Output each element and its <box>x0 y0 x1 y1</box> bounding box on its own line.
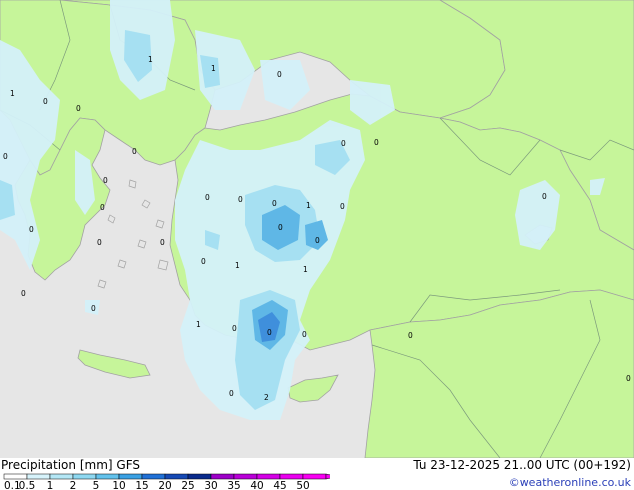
legend-swatch <box>256 473 281 480</box>
map-value: 0 <box>205 193 210 202</box>
legend-tick-label: 30 <box>204 480 217 490</box>
legend-title: Precipitation [mm] GFS <box>1 459 140 472</box>
map-value: 0 <box>277 70 282 79</box>
legend-swatch <box>164 473 189 480</box>
map-value: 0 <box>302 330 307 339</box>
map-value: 1 <box>196 320 201 329</box>
map-value: 0 <box>3 152 8 161</box>
precipitation-map: 1 1 0 1 0 0 0 0 0 0 0 0 0 0 0 1 0 0 0 0 … <box>0 0 634 458</box>
legend-tick-label: 25 <box>181 480 194 490</box>
legend-tick-label: 50 <box>296 480 309 490</box>
map-value: 0 <box>100 203 105 212</box>
legend-swatches <box>3 473 330 480</box>
map-value: 0 <box>76 104 81 113</box>
legend-swatch <box>187 473 212 480</box>
legend-swatch <box>233 473 258 480</box>
credit-link[interactable]: ©weatheronline.co.uk <box>509 476 631 489</box>
map-value: 1 <box>235 261 240 270</box>
legend-tick-label: 35 <box>227 480 240 490</box>
legend-labels: 0.10.5 1 2 5 10 15 20 25 30 35 40 45 50 <box>4 480 310 490</box>
legend-swatch <box>141 473 166 480</box>
island <box>157 259 169 271</box>
map-value: 1 <box>306 201 311 210</box>
legend-tick-label: 0.5 <box>19 480 36 490</box>
map-value: 0 <box>43 97 48 106</box>
map-value: 0 <box>229 389 234 398</box>
model-name: GFS <box>116 458 140 472</box>
map-value: 0 <box>267 328 272 337</box>
map-value: 0 <box>542 192 547 201</box>
map-value: 0 <box>21 289 26 298</box>
map-value: 2 <box>264 393 269 402</box>
valid-time: Tu 23-12-2025 21..00 UTC (00+192) <box>413 458 631 472</box>
map-value: 0 <box>374 138 379 147</box>
legend-tick-label: 5 <box>93 480 100 490</box>
map-value: 0 <box>160 238 165 247</box>
map-value: 0 <box>238 195 243 204</box>
map-value: 0 <box>132 147 137 156</box>
map-value: 0 <box>278 223 283 232</box>
legend-swatch <box>302 473 327 480</box>
legend-swatch <box>95 473 120 480</box>
legend-swatch <box>279 473 304 480</box>
footer-bar: Precipitation [mm] GFS Tu 23-12-2025 21.… <box>0 458 634 490</box>
map-value: 0 <box>232 324 237 333</box>
legend-tick-label: 20 <box>158 480 171 490</box>
map-value: 0 <box>340 202 345 211</box>
legend-tick-label: 40 <box>250 480 263 490</box>
map-value: 0 <box>201 257 206 266</box>
legend-swatch <box>49 473 74 480</box>
map-value: 0 <box>91 304 96 313</box>
legend-swatch <box>26 473 51 480</box>
map-value: 0 <box>626 374 631 383</box>
map-value: 0 <box>408 331 413 340</box>
map-value: 0 <box>272 199 277 208</box>
legend-tick-label: 15 <box>135 480 148 490</box>
legend-arrow <box>325 473 330 480</box>
map-value: 0 <box>29 225 34 234</box>
legend-tick-label: 45 <box>273 480 286 490</box>
legend-tick-label: 10 <box>112 480 125 490</box>
legend-swatch <box>72 473 97 480</box>
map-value: 0 <box>103 176 108 185</box>
map-value: 1 <box>303 265 308 274</box>
legend-swatch <box>210 473 235 480</box>
title-text: Precipitation [mm] <box>1 458 113 472</box>
map-view: 1 1 0 1 0 0 0 0 0 0 0 0 0 0 0 1 0 0 0 0 … <box>0 0 634 490</box>
legend-tick-label: 2 <box>70 480 77 490</box>
legend-swatch <box>3 473 28 480</box>
map-value: 1 <box>148 55 153 64</box>
map-value: 1 <box>211 64 216 73</box>
map-value: 0 <box>341 139 346 148</box>
map-value: 0 <box>97 238 102 247</box>
color-legend: 0.10.5 1 2 5 10 15 20 25 30 35 40 45 50 <box>3 473 330 490</box>
legend-swatch <box>118 473 143 480</box>
legend-tick-label: 1 <box>47 480 54 490</box>
map-value: 0 <box>315 236 320 245</box>
map-value: 1 <box>10 89 15 98</box>
